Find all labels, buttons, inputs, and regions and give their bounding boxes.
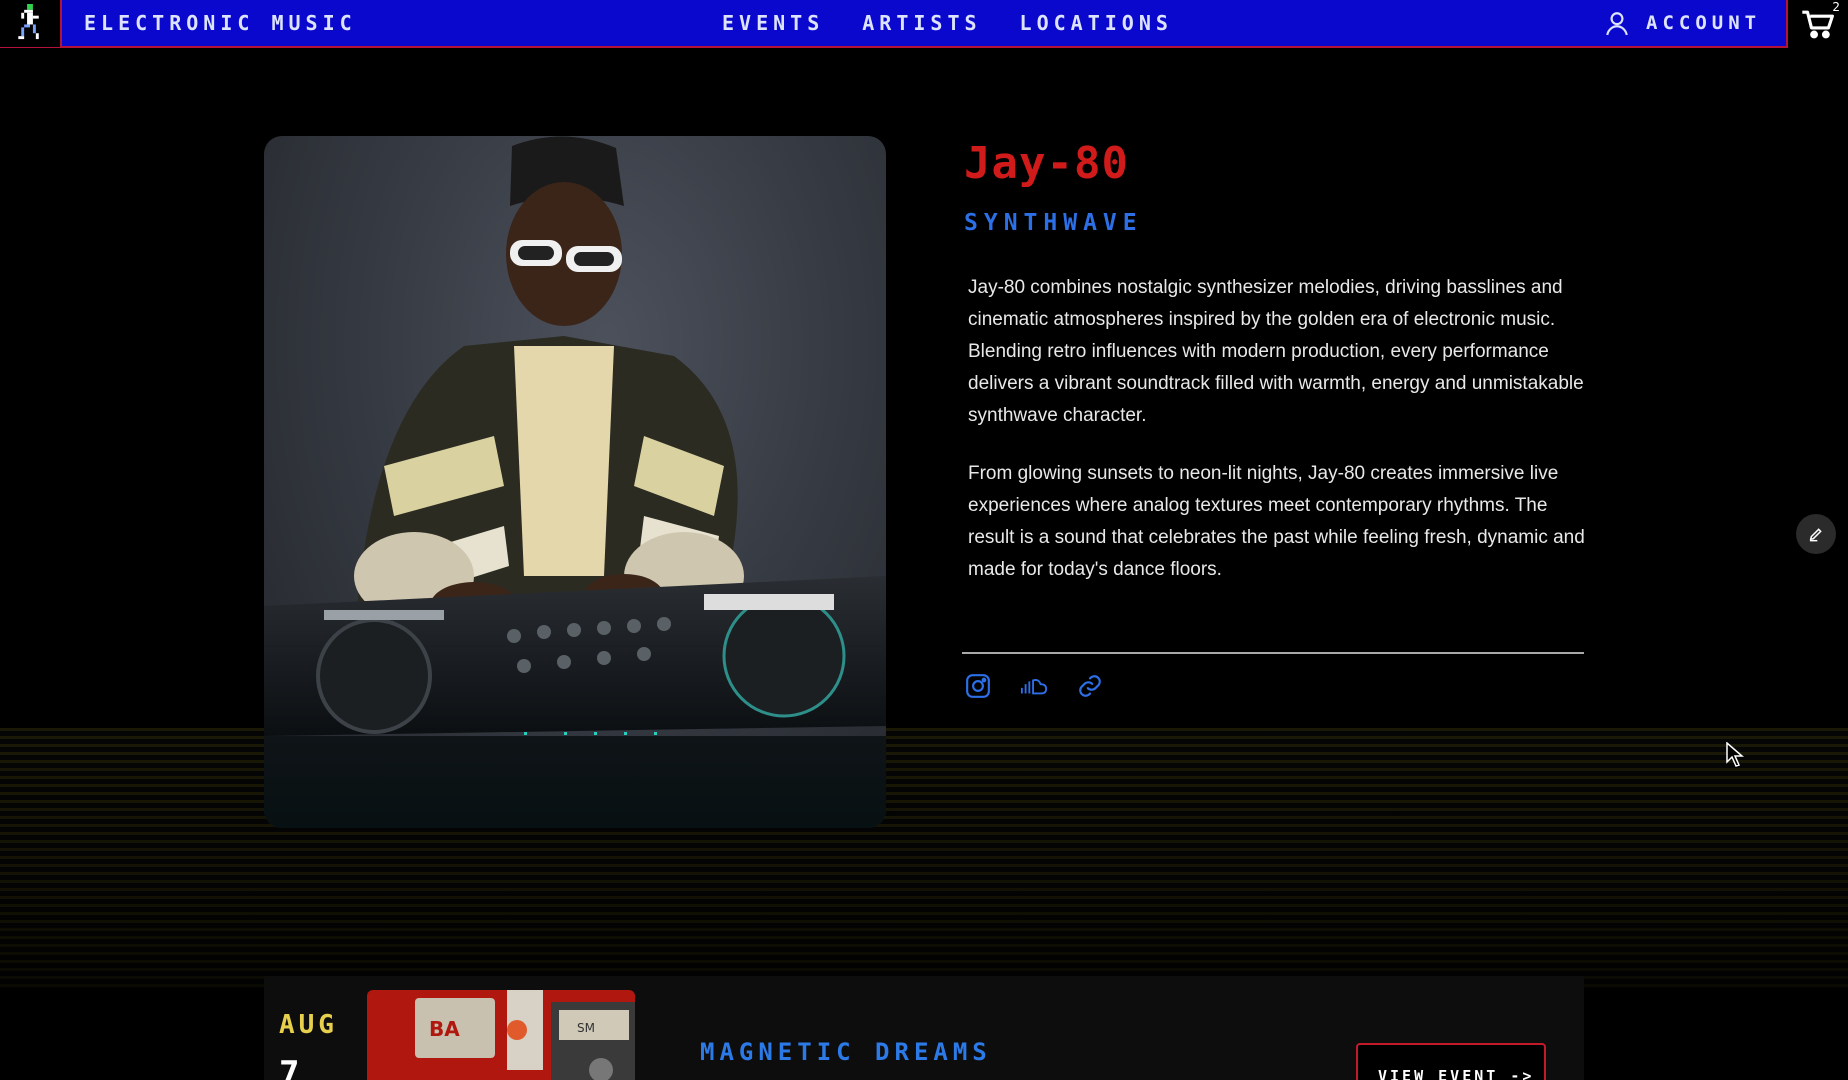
brand-name[interactable]: ELECTRONIC MUSIC	[84, 11, 357, 35]
event-title[interactable]: MAGNETIC DREAMS	[700, 1038, 992, 1066]
artist-name: Jay-80	[964, 138, 1129, 189]
section-divider	[962, 652, 1584, 654]
event-thumbnail[interactable]: BA SM	[367, 990, 635, 1080]
event-thumbnail-graphic: BA SM	[367, 990, 635, 1080]
website-link[interactable]	[1076, 672, 1104, 700]
user-icon	[1606, 12, 1628, 36]
svg-text:SM: SM	[577, 1021, 595, 1035]
soundcloud-icon	[1020, 679, 1048, 695]
svg-text:BA: BA	[429, 1017, 460, 1041]
artist-genre: SYNTHWAVE	[964, 210, 1143, 236]
top-nav: ELECTRONIC MUSIC EVENTS ARTISTS LOCATION…	[0, 0, 1848, 48]
artist-social-links	[964, 672, 1132, 700]
artist-photo	[264, 136, 886, 828]
event-day: 7	[279, 1054, 300, 1080]
artist-bio-paragraph: From glowing sunsets to neon-lit nights,…	[968, 463, 1585, 580]
mouse-cursor-icon	[1726, 742, 1744, 767]
cart-icon	[1802, 10, 1834, 39]
pixel-runner-icon	[18, 4, 39, 40]
site-logo[interactable]	[0, 0, 62, 47]
soundcloud-link[interactable]	[1020, 672, 1048, 700]
pencil-icon	[1809, 528, 1822, 542]
instagram-icon	[966, 674, 990, 698]
nav-link-events[interactable]: EVENTS	[722, 11, 824, 35]
account-button[interactable]: ACCOUNT	[1604, 0, 1761, 46]
cart-button[interactable]: 2	[1786, 0, 1848, 48]
cart-count-badge: 2	[1832, 0, 1840, 14]
edit-button[interactable]	[1796, 514, 1836, 554]
nav-link-artists[interactable]: ARTISTS	[862, 11, 981, 35]
artist-bio-paragraph: Jay-80 combines nostalgic synthesizer me…	[968, 277, 1584, 426]
view-event-button[interactable]: VIEW EVENT ->	[1356, 1043, 1546, 1080]
account-label: ACCOUNT	[1646, 12, 1762, 34]
main-nav-links: EVENTS ARTISTS LOCATIONS	[722, 0, 1211, 46]
instagram-link[interactable]	[964, 672, 992, 700]
nav-link-locations[interactable]: LOCATIONS	[1020, 11, 1173, 35]
event-month: AUG	[279, 1010, 338, 1040]
link-icon	[1079, 675, 1101, 697]
dj-illustration	[264, 136, 886, 828]
artist-page: ELECTRONIC MUSIC EVENTS ARTISTS LOCATION…	[0, 0, 1848, 1080]
